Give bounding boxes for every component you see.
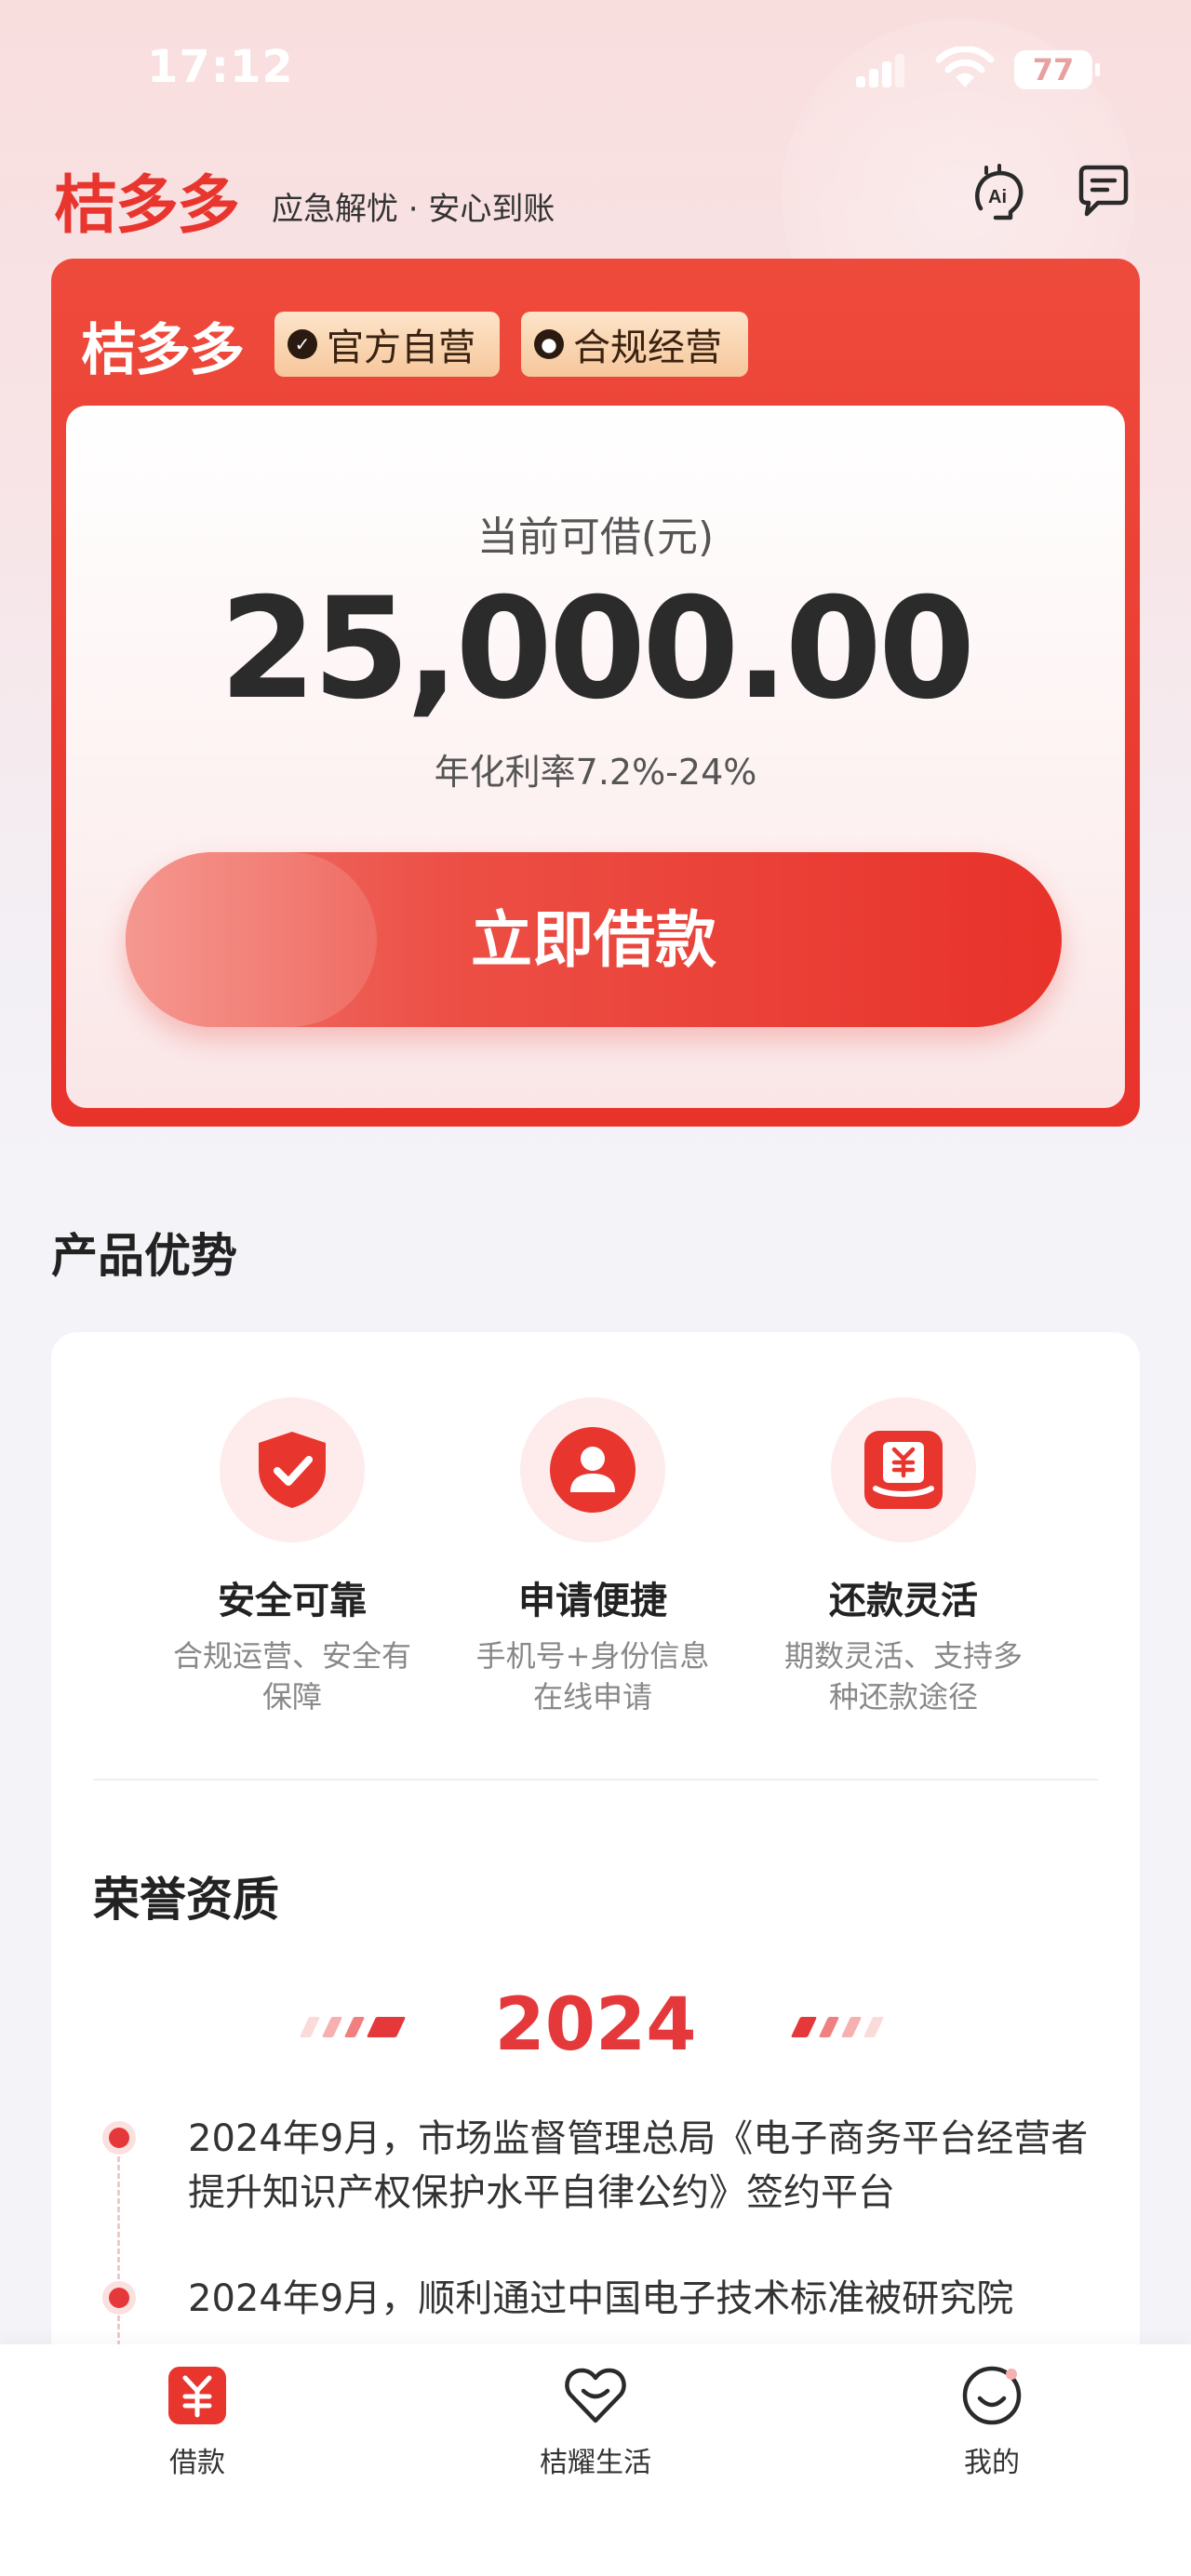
shield-check-icon bbox=[259, 1432, 326, 1508]
feature-easy: 申请便捷 手机号+身份信息在线申请 bbox=[444, 1397, 742, 1717]
check-icon: ✓ bbox=[288, 329, 317, 359]
timeline-text: 2024年9月，顺利通过中国电子技术标准被研究院 bbox=[188, 2277, 1014, 2320]
borrow-now-label: 立即借款 bbox=[471, 905, 716, 974]
available-amount: 25,000.00 bbox=[219, 568, 976, 730]
loan-amount-panel: 当前可借(元) 25,000.00 年化利率7.2%-24% 立即借款 bbox=[66, 406, 1125, 1108]
feature-title: 申请便捷 bbox=[518, 1580, 667, 1622]
tab-mine[interactable]: 我的 bbox=[880, 2363, 1104, 2480]
feature-icon-bg bbox=[831, 1397, 976, 1542]
amount-label: 当前可借(元) bbox=[476, 514, 715, 561]
user-icon bbox=[550, 1427, 636, 1513]
feature-desc: 期数灵活、支持多种还款途径 bbox=[783, 1638, 1023, 1715]
yuan-receipt-icon bbox=[864, 1431, 943, 1509]
feature-flexible: 还款灵活 期数灵活、支持多种还款途径 bbox=[755, 1397, 1052, 1717]
signal-icon bbox=[856, 54, 904, 87]
year-header: 2024 bbox=[51, 1983, 1140, 2076]
smile-icon bbox=[959, 2363, 1024, 2428]
heart-shopping-icon bbox=[563, 2363, 628, 2428]
shield-icon: ● bbox=[534, 329, 564, 359]
timeline-text: 2024年9月，市场监督管理总局《电子商务平台经营者提升知识产权保护水平自律公约… bbox=[188, 2117, 1089, 2214]
tab-borrow[interactable]: 借款 bbox=[86, 2363, 309, 2480]
honor-title: 荣誉资质 bbox=[93, 1873, 279, 1927]
tab-label: 借款 bbox=[169, 2447, 225, 2479]
feature-safe: 安全可靠 合规运营、安全有保障 bbox=[143, 1397, 441, 1717]
interest-rate: 年化利率7.2%-24% bbox=[434, 752, 757, 793]
status-time: 17:12 bbox=[147, 41, 294, 93]
section-title: 产品优势 bbox=[51, 1229, 237, 1283]
tab-label: 我的 bbox=[964, 2447, 1020, 2479]
brand-slogan: 应急解忧 · 安心到账 bbox=[272, 191, 555, 228]
official-badge: ✓ 官方自营 bbox=[274, 312, 500, 377]
wifi-icon bbox=[935, 47, 995, 87]
feature-title: 还款灵活 bbox=[829, 1580, 978, 1622]
feature-icon-bg bbox=[520, 1397, 665, 1542]
brand-logo: 桔多多 bbox=[54, 168, 240, 243]
feature-icon-bg bbox=[220, 1397, 365, 1542]
tab-label: 桔耀生活 bbox=[540, 2447, 651, 2479]
ai-assistant-icon[interactable]: Ai bbox=[968, 160, 1031, 223]
bottom-tab-bar: 借款 桔耀生活 我的 bbox=[0, 2344, 1191, 2576]
decor-slashes-right bbox=[790, 2017, 907, 2037]
feature-title: 安全可靠 bbox=[218, 1580, 367, 1622]
badge-label: 合规经营 bbox=[573, 327, 722, 369]
timeline-dot bbox=[102, 2121, 136, 2155]
tab-life[interactable]: 桔耀生活 bbox=[484, 2363, 707, 2480]
message-icon[interactable] bbox=[1072, 160, 1135, 223]
status-bar: 17:12 77 bbox=[0, 0, 1191, 140]
compliance-badge: ● 合规经营 bbox=[521, 312, 748, 377]
year-label: 2024 bbox=[494, 1983, 697, 2067]
app-header: 桔多多 应急解忧 · 安心到账 Ai bbox=[0, 140, 1191, 251]
divider bbox=[93, 1779, 1098, 1781]
card-brand-logo: 桔多多 bbox=[81, 318, 245, 383]
timeline-dot bbox=[102, 2281, 136, 2315]
yuan-icon bbox=[165, 2363, 230, 2428]
badge-label: 官方自营 bbox=[327, 327, 475, 369]
loan-card: 桔多多 ✓ 官方自营 ● 合规经营 当前可借(元) 25,000.00 年化利率… bbox=[51, 259, 1140, 1127]
feature-desc: 合规运营、安全有保障 bbox=[172, 1638, 411, 1715]
borrow-now-button[interactable]: 立即借款 bbox=[126, 852, 1062, 1027]
svg-text:Ai: Ai bbox=[988, 187, 1007, 207]
feature-desc: 手机号+身份信息在线申请 bbox=[475, 1638, 710, 1715]
battery-icon: 77 bbox=[1014, 50, 1100, 89]
